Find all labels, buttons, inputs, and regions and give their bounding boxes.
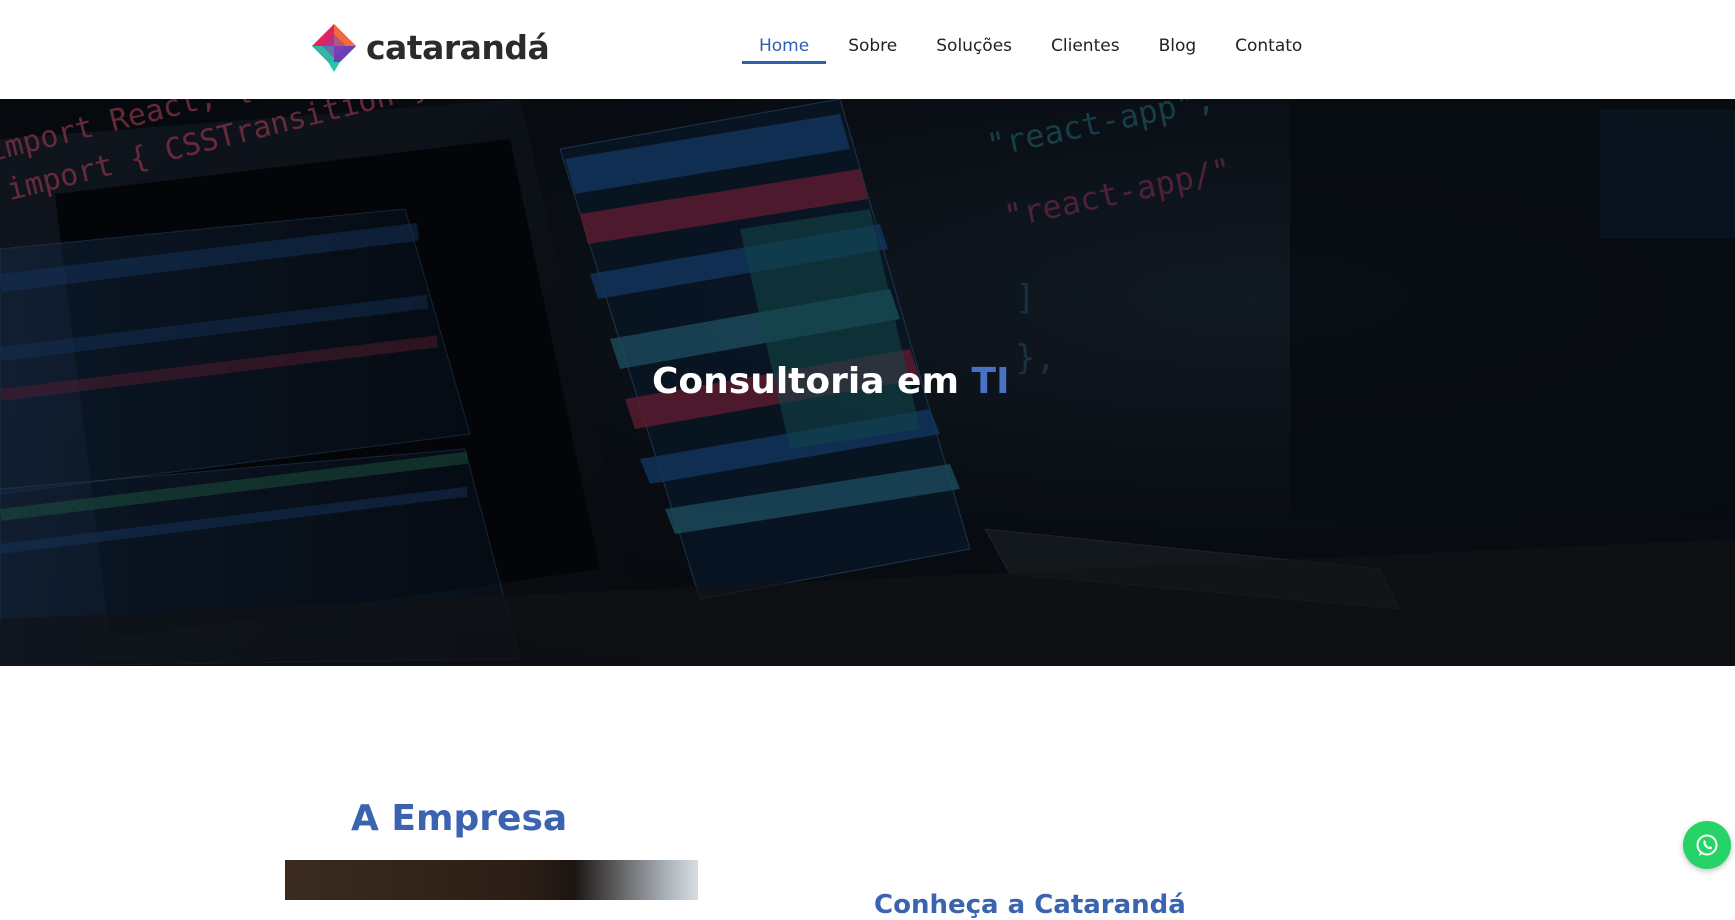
site-header: catarandá Home Sobre Soluções Clientes B… bbox=[0, 0, 1735, 99]
main-nav: Home Sobre Soluções Clientes Blog Contat… bbox=[742, 34, 1341, 70]
whatsapp-button[interactable] bbox=[1683, 821, 1731, 869]
hero-title-main: Consultoria em bbox=[652, 361, 959, 403]
hero-title: Consultoria em TI bbox=[652, 361, 1009, 402]
nav-sobre[interactable]: Sobre bbox=[848, 34, 897, 60]
whatsapp-icon bbox=[1696, 834, 1718, 856]
brand-logo[interactable]: catarandá bbox=[310, 22, 550, 72]
nav-contato[interactable]: Contato bbox=[1235, 34, 1302, 60]
company-image bbox=[285, 860, 698, 900]
nav-home[interactable]: Home bbox=[742, 34, 827, 64]
nav-blog[interactable]: Blog bbox=[1159, 34, 1197, 60]
nav-clientes[interactable]: Clientes bbox=[1051, 34, 1120, 60]
company-section-title: A Empresa bbox=[351, 797, 568, 839]
company-subheading: Conheça a Catarandá bbox=[874, 890, 1186, 920]
brand-name: catarandá bbox=[366, 27, 550, 67]
hero-banner: import React, { useState, useEffect, use… bbox=[0, 99, 1735, 666]
nav-solucoes[interactable]: Soluções bbox=[936, 34, 1012, 60]
hero-title-accent: TI bbox=[971, 361, 1010, 403]
diamond-logo-icon bbox=[312, 24, 356, 72]
